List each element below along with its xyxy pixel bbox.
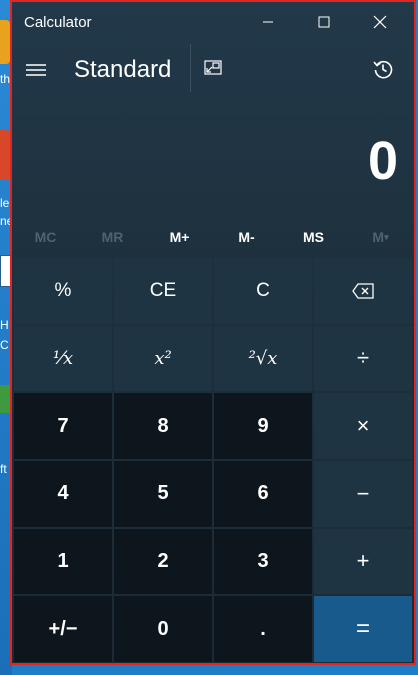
calculator-window: Calculator Standard 0 MC MR M+ M- MS M ▾… <box>10 0 416 665</box>
add-button[interactable]: + <box>314 528 412 595</box>
title-bar[interactable]: Calculator <box>12 2 414 42</box>
digit-7-button[interactable]: 7 <box>14 393 112 459</box>
chevron-down-icon: ▾ <box>384 231 389 242</box>
digit-8-button[interactable]: 8 <box>114 393 212 459</box>
desktop-label: ft <box>0 462 7 476</box>
memory-store-button[interactable]: MS <box>280 220 347 254</box>
memory-bar: MC MR M+ M- MS M ▾ <box>12 220 414 254</box>
navigation-menu-button[interactable] <box>22 58 50 82</box>
digit-3-button[interactable]: 3 <box>214 528 312 595</box>
close-button[interactable] <box>352 2 408 42</box>
percent-button[interactable]: % <box>14 258 112 324</box>
maximize-button[interactable] <box>296 2 352 42</box>
square-button[interactable]: x² <box>114 325 212 392</box>
desktop-app-icon[interactable] <box>0 385 10 413</box>
window-title: Calculator <box>24 14 92 31</box>
desktop-label: H <box>0 318 9 332</box>
desktop-label: C <box>0 338 9 352</box>
reciprocal-button[interactable]: ¹⁄𝑥 <box>14 325 112 392</box>
keypad: % CE C ¹⁄𝑥 x² ²√x ÷ 7 8 9 × 4 5 6 − 1 2 … <box>14 258 412 662</box>
decimal-button[interactable]: . <box>214 596 312 662</box>
desktop-label: th <box>0 72 11 86</box>
negate-button[interactable]: +/− <box>14 596 112 662</box>
divide-button[interactable]: ÷ <box>314 325 412 392</box>
history-button[interactable] <box>368 56 398 82</box>
backspace-icon <box>352 283 374 299</box>
digit-4-button[interactable]: 4 <box>14 460 112 527</box>
minimize-icon <box>263 21 273 23</box>
keep-on-top-button[interactable] <box>190 44 235 92</box>
memory-add-button[interactable]: M+ <box>146 220 213 254</box>
memory-list-label: M <box>372 229 385 245</box>
digit-6-button[interactable]: 6 <box>214 460 312 527</box>
square-root-button[interactable]: ²√x <box>214 325 312 392</box>
backspace-button[interactable] <box>314 258 412 324</box>
result-display: 0 <box>367 131 398 191</box>
mode-title: Standard <box>74 56 172 83</box>
hamburger-icon <box>26 64 46 76</box>
digit-5-button[interactable]: 5 <box>114 460 212 527</box>
equals-button[interactable]: = <box>314 596 412 662</box>
memory-recall-button[interactable]: MR <box>79 220 146 254</box>
digit-9-button[interactable]: 9 <box>214 393 312 459</box>
history-icon <box>373 60 393 79</box>
desktop-app-icon[interactable] <box>0 20 10 64</box>
close-icon <box>373 15 387 29</box>
multiply-button[interactable]: × <box>314 393 412 459</box>
desktop-label: le <box>0 196 10 210</box>
memory-clear-button[interactable]: MC <box>12 220 79 254</box>
clear-button[interactable]: C <box>214 258 312 324</box>
digit-2-button[interactable]: 2 <box>114 528 212 595</box>
desktop-app-icon[interactable] <box>0 130 10 180</box>
app-header: Standard <box>12 42 414 98</box>
digit-0-button[interactable]: 0 <box>114 596 212 662</box>
minimize-button[interactable] <box>240 2 296 42</box>
clear-entry-button[interactable]: CE <box>114 258 212 324</box>
digit-1-button[interactable]: 1 <box>14 528 112 595</box>
memory-subtract-button[interactable]: M- <box>213 220 280 254</box>
memory-list-button[interactable]: M ▾ <box>347 220 414 254</box>
keep-on-top-icon <box>204 60 222 75</box>
maximize-icon <box>318 16 330 28</box>
subtract-button[interactable]: − <box>314 460 412 527</box>
